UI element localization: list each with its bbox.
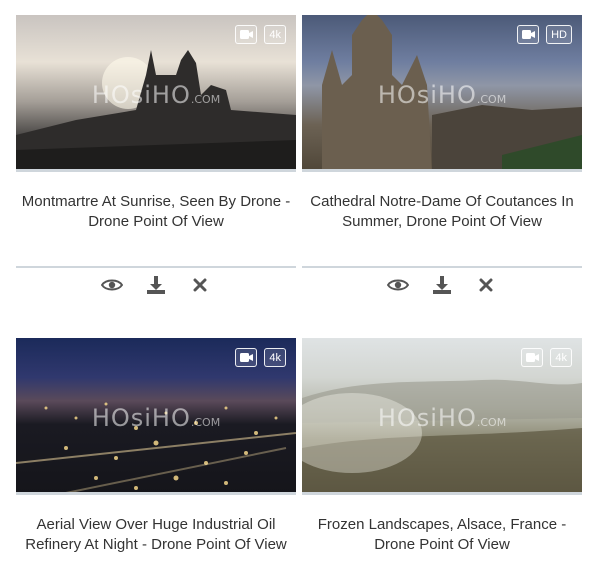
progress-bar bbox=[302, 169, 582, 172]
video-thumbnail[interactable]: HOsiHO.COM HD bbox=[302, 15, 582, 172]
video-title[interactable]: Frozen Landscapes, Alsace, France - Dron… bbox=[302, 515, 582, 555]
close-icon[interactable] bbox=[189, 274, 211, 296]
watermark: HOsiHO.COM bbox=[377, 404, 507, 432]
progress-bar bbox=[302, 492, 582, 495]
video-thumbnail[interactable]: HOsiHO.COM 4k bbox=[16, 15, 296, 172]
close-icon[interactable] bbox=[475, 274, 497, 296]
watermark: HOsiHO.COM bbox=[377, 81, 507, 109]
camera-icon bbox=[517, 25, 540, 44]
video-thumbnail[interactable]: HOsiHO.COM 4k bbox=[16, 338, 296, 495]
watermark: HOsiHO.COM bbox=[91, 404, 221, 432]
video-title[interactable]: Montmartre At Sunrise, Seen By Drone - D… bbox=[16, 192, 296, 232]
video-card[interactable]: HOsiHO.COM 4k Aerial View Over Huge Indu… bbox=[16, 338, 296, 555]
camera-icon bbox=[235, 348, 258, 367]
quality-badge: 4k bbox=[264, 25, 286, 44]
divider bbox=[16, 266, 296, 268]
progress-bar bbox=[16, 169, 296, 172]
camera-icon bbox=[521, 348, 544, 367]
camera-icon bbox=[235, 25, 258, 44]
video-title[interactable]: Aerial View Over Huge Industrial Oil Ref… bbox=[16, 515, 296, 555]
eye-icon[interactable] bbox=[101, 274, 123, 296]
video-card[interactable]: HOsiHO.COM 4k Frozen Landscapes, Alsace,… bbox=[302, 338, 582, 555]
quality-badge: HD bbox=[546, 25, 572, 44]
video-thumbnail[interactable]: HOsiHO.COM 4k bbox=[302, 338, 582, 495]
progress-bar bbox=[16, 492, 296, 495]
quality-badge: 4k bbox=[264, 348, 286, 367]
video-title[interactable]: Cathedral Notre-Dame Of Coutances In Sum… bbox=[302, 192, 582, 232]
download-icon[interactable] bbox=[431, 274, 453, 296]
watermark: HOsiHO.COM bbox=[91, 81, 221, 109]
download-icon[interactable] bbox=[145, 274, 167, 296]
video-card[interactable]: HOsiHO.COM HD Cathedral Notre-Dame Of Co… bbox=[302, 15, 582, 294]
quality-badge: 4k bbox=[550, 348, 572, 367]
divider bbox=[302, 266, 582, 268]
video-card[interactable]: HOsiHO.COM 4k Montmartre At Sunrise, See… bbox=[16, 15, 296, 294]
eye-icon[interactable] bbox=[387, 274, 409, 296]
